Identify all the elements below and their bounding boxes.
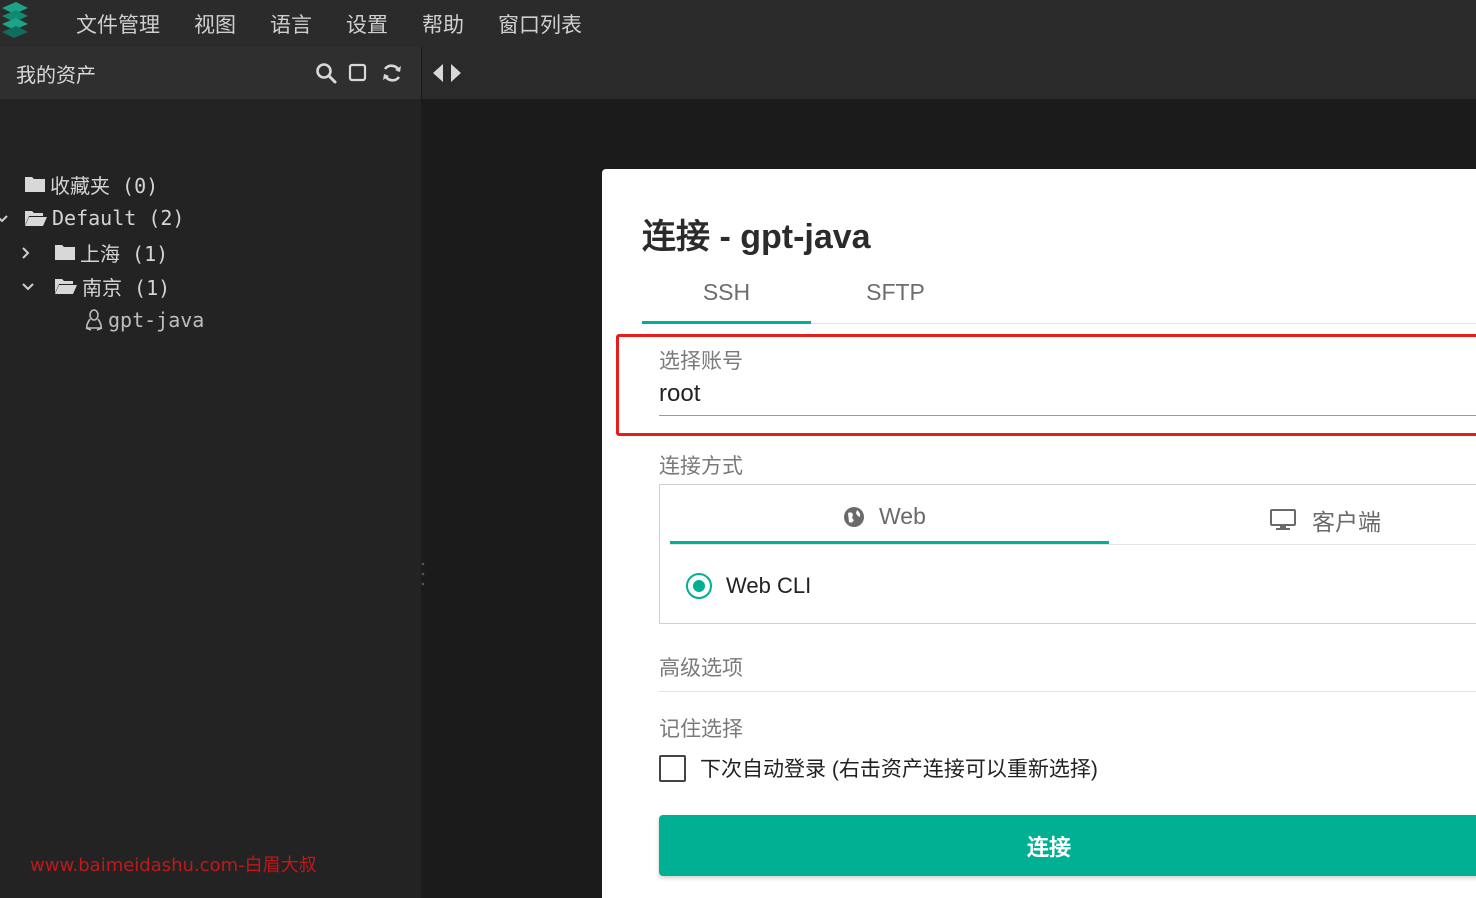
auto-login-label: 下次自动登录 (右击资产连接可以重新选择) [700, 758, 1098, 781]
menu-help[interactable]: 帮助 [422, 9, 464, 39]
watermark-text: www.baimeidashu.com-白眉大叔 [30, 855, 317, 876]
account-select[interactable]: root [659, 380, 700, 408]
search-icon[interactable] [314, 61, 338, 85]
method-tab-web-label: Web [879, 503, 926, 529]
menu-file[interactable]: 文件管理 [76, 9, 160, 39]
account-label: 选择账号 [659, 350, 743, 373]
sidebar-header: 我的资产 [0, 47, 421, 99]
chevron-down-icon[interactable] [0, 211, 10, 227]
remember-label: 记住选择 [659, 718, 743, 741]
auto-login-checkbox[interactable] [659, 754, 686, 782]
chevron-right-icon[interactable] [18, 245, 34, 261]
tree-item-nanjing[interactable]: 南京 (1) [54, 271, 170, 301]
radio-button[interactable] [686, 573, 712, 599]
folder-icon [55, 245, 75, 260]
highlight-box [616, 334, 1476, 436]
linux-penguin-icon [85, 309, 103, 331]
dialog-title: 连接 - gpt-java [642, 218, 871, 256]
menu-language[interactable]: 语言 [270, 9, 312, 39]
active-method-indicator [670, 541, 1109, 544]
protocol-tabs: SSH SFTP [642, 269, 1476, 324]
auto-login-checkbox-row[interactable]: 下次自动登录 (右击资产连接可以重新选择) [659, 753, 1098, 783]
monitor-icon [1270, 509, 1296, 530]
tree-item-label: 上海 (1) [80, 241, 169, 266]
tree-item-gpt-java[interactable]: gpt-java [84, 305, 204, 335]
refresh-icon[interactable] [380, 61, 404, 85]
advanced-divider [659, 691, 1476, 692]
tree-item-label: 南京 (1) [82, 275, 171, 300]
connection-method-box: Web 客户端 Web CLI [659, 484, 1476, 624]
connect-button-label: 连接 [1026, 834, 1071, 860]
menu-view[interactable]: 视图 [194, 9, 236, 39]
app-logo-icon [0, 0, 40, 47]
advanced-options-toggle[interactable]: 高级选项 [659, 652, 743, 682]
method-tab-client-label: 客户端 [1312, 509, 1381, 535]
method-tabs-divider [670, 544, 1476, 545]
tab-sftp[interactable]: SFTP [811, 279, 980, 306]
menu-settings[interactable]: 设置 [346, 9, 388, 39]
method-tab-web[interactable]: Web [843, 503, 926, 530]
radio-label: Web CLI [726, 573, 812, 598]
connect-button[interactable]: 连接 [659, 815, 1476, 876]
radio-selected-dot [693, 580, 705, 592]
square-icon[interactable] [346, 61, 370, 85]
workspace-toolbar [421, 47, 1476, 99]
account-underline [659, 415, 1476, 416]
menubar: 文件管理 视图 语言 设置 帮助 窗口列表 [0, 0, 1476, 47]
resize-handle[interactable] [421, 560, 425, 588]
menu-window-list[interactable]: 窗口列表 [498, 9, 582, 39]
collapse-sidebar-icon[interactable] [430, 61, 466, 85]
folder-open-icon [55, 279, 77, 294]
tree-item-shanghai[interactable]: 上海 (1) [54, 237, 168, 267]
chevron-down-icon[interactable] [20, 279, 36, 295]
tree-item-label: Default (2) [52, 206, 185, 230]
method-tab-client[interactable]: 客户端 [1270, 503, 1381, 537]
tree-item-default[interactable]: Default (2) [24, 203, 184, 233]
active-tab-indicator [642, 321, 811, 324]
sidebar-title: 我的资产 [16, 64, 96, 87]
radio-web-cli[interactable]: Web CLI [686, 573, 811, 599]
tab-ssh[interactable]: SSH [642, 279, 811, 306]
method-label: 连接方式 [659, 455, 743, 478]
tree-item-label: 收藏夹 (0) [50, 173, 159, 198]
folder-icon [25, 177, 45, 192]
folder-open-icon [25, 211, 47, 226]
tree-item-favorites[interactable]: 收藏夹 (0) [24, 169, 158, 199]
asset-sidebar: 我的资产 收藏夹 (0) Default (2) 上海 (1) 南京 (1) g… [0, 47, 421, 898]
globe-icon [844, 506, 864, 527]
tree-item-label: gpt-java [108, 308, 205, 332]
